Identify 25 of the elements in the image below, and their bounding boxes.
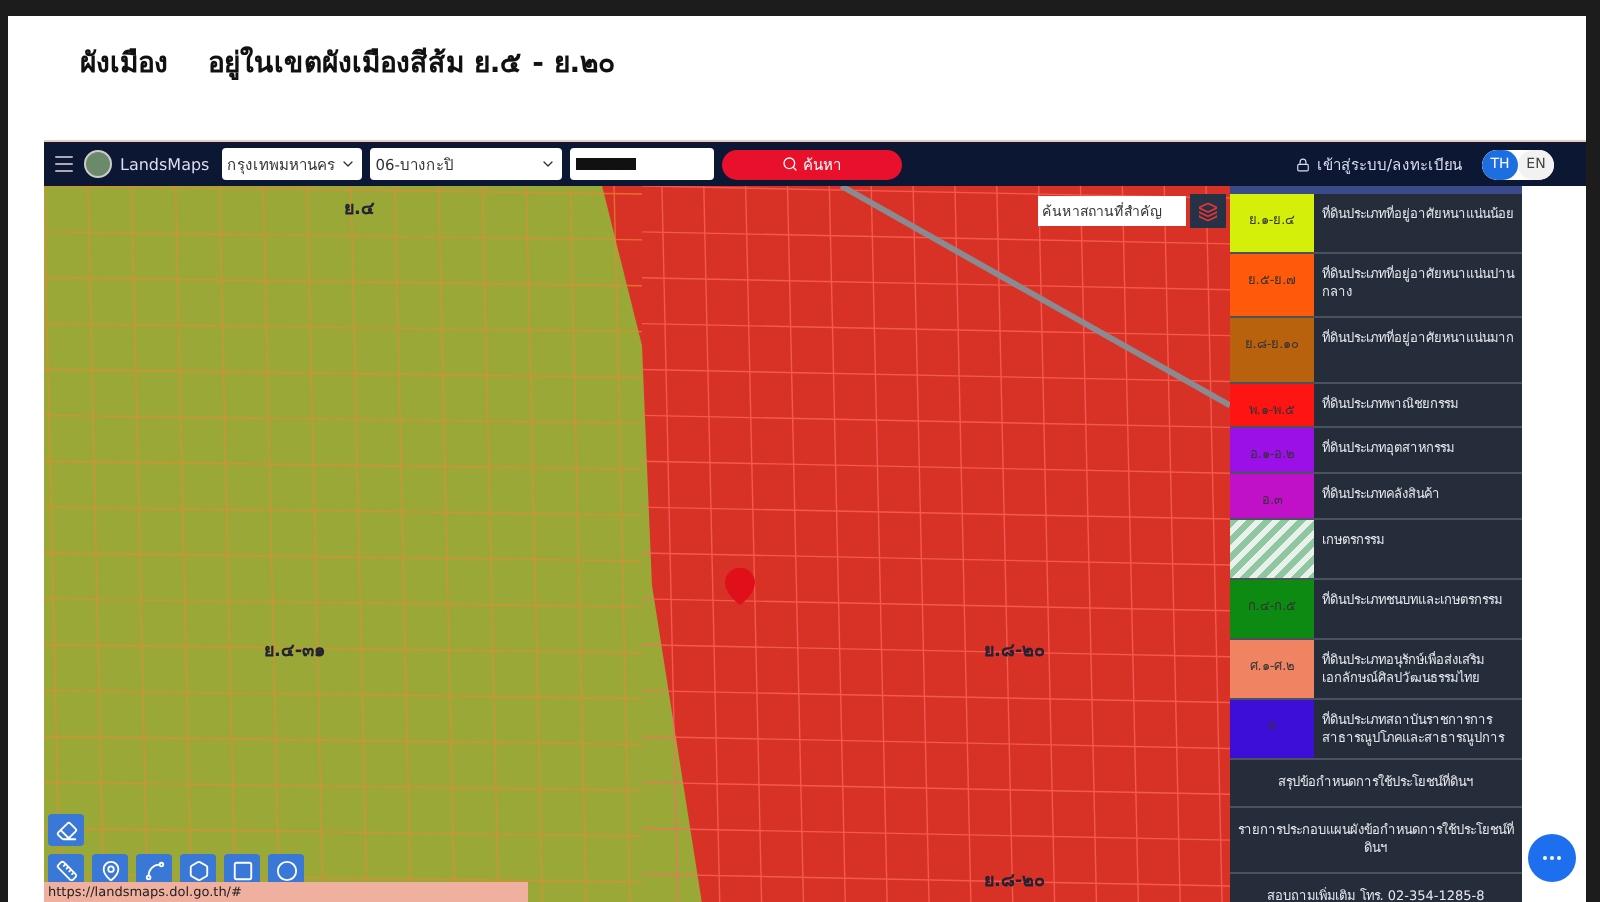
- parcel-field[interactable]: [569, 148, 714, 180]
- zone-label: ย.๘-๒๐: [984, 640, 1045, 664]
- brand-name: LandsMaps: [120, 155, 210, 173]
- line-icon: [143, 859, 165, 881]
- zone-label: ย.๔: [344, 198, 375, 222]
- map-pin-icon: [99, 859, 121, 881]
- layers-button[interactable]: [1190, 194, 1226, 228]
- eraser-tool-button[interactable]: [48, 814, 84, 846]
- zone-label: ย.๔-๓๑: [264, 640, 327, 664]
- lock-icon: [1296, 157, 1311, 171]
- slide-heading: ผังเมือง: [80, 46, 168, 84]
- ruler-icon: [55, 859, 77, 881]
- eraser-icon: [55, 819, 77, 841]
- circle-icon: [275, 859, 297, 881]
- location-pin-icon: [720, 566, 760, 606]
- search-icon: [781, 156, 798, 172]
- chevron-down-icon: [339, 156, 356, 172]
- chevron-down-icon: [539, 156, 556, 172]
- zone-label: ย.๘-๒๐: [984, 870, 1045, 894]
- square-icon: [231, 859, 253, 881]
- menu-icon[interactable]: [52, 152, 76, 176]
- polygon-icon: [187, 859, 209, 881]
- layers-icon: [1198, 201, 1218, 221]
- slide-subtitle: อยู่ในเขตผังเมืองสีส้ม ย.๕ - ย.๒๐: [208, 44, 617, 84]
- emblem-logo: [84, 150, 112, 178]
